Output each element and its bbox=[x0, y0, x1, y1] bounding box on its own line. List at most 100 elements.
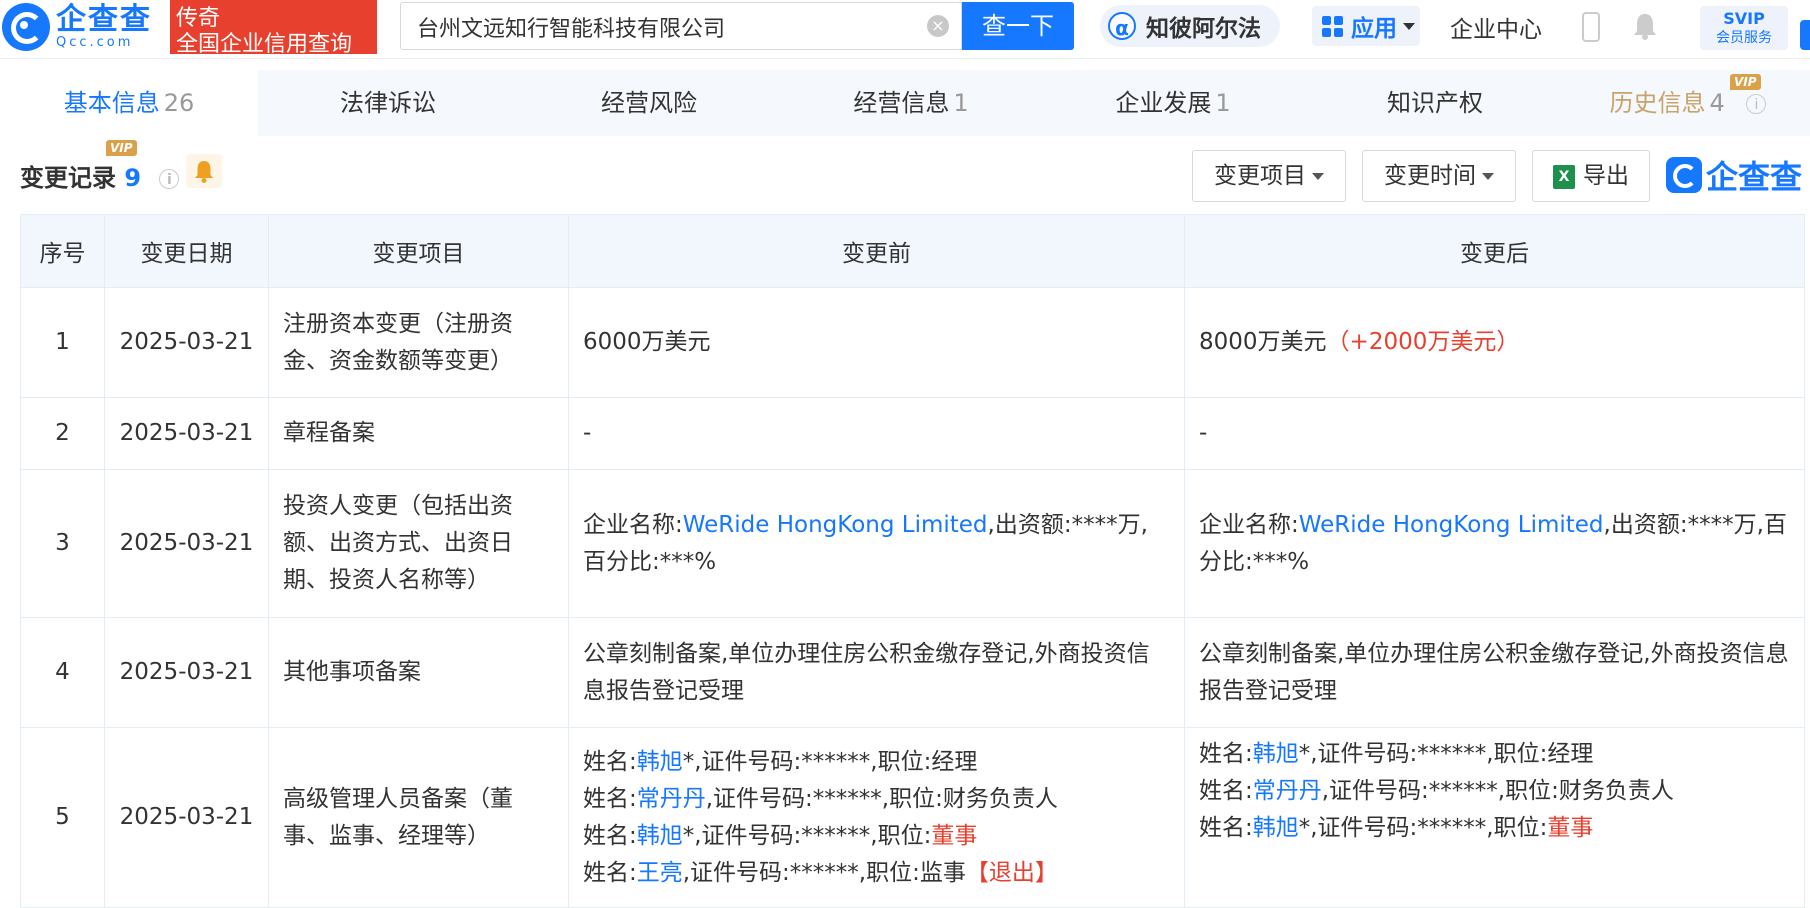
brand-tagline: 传奇 全国企业信用查询 bbox=[170, 0, 377, 57]
vip-badge: VIP bbox=[1730, 74, 1761, 90]
row-number: 2 bbox=[20, 397, 105, 470]
personnel-line: 姓名:韩旭*,证件号码:******,职位:经理 bbox=[583, 744, 1170, 781]
after-text: 8000万美元 bbox=[1199, 329, 1327, 355]
field-label: 姓名: bbox=[1199, 778, 1253, 804]
personnel-line: 姓名:韩旭*,证件号码:******,职位:经理 bbox=[1199, 736, 1790, 773]
field-label: 企业名称: bbox=[1199, 511, 1299, 538]
svip-label: SVIP bbox=[1723, 9, 1765, 28]
value-after: 公章刻制备案,单位办理住房公积金缴存登记,外商投资信息报告登记受理 bbox=[1184, 617, 1805, 728]
tab-label: 经营信息 bbox=[853, 89, 950, 117]
change-item: 其他事项备案 bbox=[268, 617, 569, 728]
tab-label: 企业发展 bbox=[1115, 89, 1212, 117]
qcc-logo-icon bbox=[2, 3, 50, 51]
field-label: 姓名: bbox=[583, 748, 637, 775]
change-date: 2025-03-21 bbox=[104, 727, 269, 908]
info-icon[interactable]: i bbox=[159, 169, 180, 189]
person-link[interactable]: 韩旭 bbox=[1253, 815, 1299, 841]
alert-bell-icon bbox=[195, 161, 213, 183]
field-label: 姓名: bbox=[1199, 815, 1253, 841]
field-detail: ,证件号码:******,职位: bbox=[1321, 778, 1559, 804]
qcc-brand-logo: 企查查 bbox=[1666, 152, 1802, 198]
position-value: 经理 bbox=[931, 748, 978, 775]
enterprise-center-link[interactable]: 企业中心 bbox=[1450, 10, 1542, 44]
side-edge-tab[interactable] bbox=[1800, 20, 1810, 50]
record-count: 9 bbox=[124, 164, 142, 192]
tab-business-risk[interactable]: 经营风险 bbox=[518, 70, 780, 136]
personnel-line: 姓名:王亮,证件号码:******,职位:监事【退出】 bbox=[583, 855, 1170, 892]
personnel-line: 姓名:韩旭*,证件号码:******,职位:董事 bbox=[583, 818, 1170, 855]
tab-enterprise-development[interactable]: 企业发展 1 bbox=[1042, 70, 1304, 136]
field-label: 姓名: bbox=[583, 822, 637, 849]
change-date: 2025-03-21 bbox=[104, 469, 269, 618]
tab-basic-info[interactable]: 基本信息 26 bbox=[0, 70, 258, 136]
filter-change-time-dropdown[interactable]: 变更时间 bbox=[1362, 150, 1516, 202]
tab-legal-litigation[interactable]: 法律诉讼 bbox=[258, 70, 518, 136]
change-date: 2025-03-21 bbox=[104, 617, 269, 728]
person-link[interactable]: 王亮 bbox=[637, 860, 683, 886]
person-link[interactable]: 常丹丹 bbox=[1253, 778, 1322, 804]
personnel-line: 姓名:常丹丹,证件号码:******,职位:财务负责人 bbox=[583, 781, 1170, 818]
top-navigation-bar: 企查查 Qcc.com 传奇 全国企业信用查询 × 查一下 α 知彼阿尔法 应用… bbox=[0, 0, 1810, 59]
column-header: 变更后 bbox=[1184, 214, 1805, 288]
section-title-text: 变更记录 bbox=[20, 164, 116, 192]
value-after: 姓名:韩旭*,证件号码:******,职位:经理 姓名:常丹丹,证件号码:***… bbox=[1184, 727, 1805, 908]
brand-name: 企查查 bbox=[1706, 158, 1803, 196]
investor-link[interactable]: WeRide HongKong Limited bbox=[683, 512, 988, 538]
zhibi-alpha-button[interactable]: α 知彼阿尔法 bbox=[1100, 5, 1280, 47]
app-menu-dropdown[interactable]: 应用 bbox=[1312, 6, 1420, 46]
chevron-down-icon bbox=[1482, 173, 1494, 180]
export-button[interactable]: X 导出 bbox=[1532, 150, 1650, 202]
tab-label: 基本信息 bbox=[63, 89, 160, 117]
qcc-logo-icon bbox=[1666, 157, 1702, 193]
info-icon[interactable]: i bbox=[1746, 94, 1767, 114]
logo-domain: Qcc.com bbox=[56, 35, 134, 50]
table-row: 3 2025-03-21 投资人变更（包括出资额、出资方式、出资日期、投资人名称… bbox=[20, 469, 1805, 618]
position-value: 监事 bbox=[919, 859, 966, 886]
value-before: 6000万美元 bbox=[568, 287, 1185, 398]
qcc-logo[interactable]: 企查查 Qcc.com bbox=[0, 0, 152, 54]
field-detail: ,证件号码:******,职位: bbox=[705, 785, 943, 812]
tab-label: 法律诉讼 bbox=[340, 89, 436, 117]
logo-chinese-name: 企查查 bbox=[56, 2, 152, 37]
column-header: 变更日期 bbox=[104, 214, 269, 288]
change-records-title: 变更记录 9 i bbox=[20, 158, 180, 193]
change-item: 高级管理人员备案（董事、监事、经理等） bbox=[268, 727, 569, 908]
tab-business-info[interactable]: 经营信息 1 bbox=[780, 70, 1042, 136]
person-link[interactable]: 常丹丹 bbox=[637, 786, 706, 812]
clear-search-icon[interactable]: × bbox=[927, 15, 949, 37]
personnel-line: 姓名:韩旭*,证件号码:******,职位:董事 bbox=[1199, 810, 1790, 847]
investor-link[interactable]: WeRide HongKong Limited bbox=[1299, 512, 1604, 538]
position-value: 经理 bbox=[1547, 741, 1594, 767]
change-date: 2025-03-21 bbox=[104, 287, 269, 398]
chevron-down-icon bbox=[1312, 173, 1324, 180]
tab-history-info[interactable]: 历史信息 4 i bbox=[1566, 70, 1810, 136]
mobile-app-icon[interactable] bbox=[1582, 12, 1600, 42]
person-link[interactable]: 韩旭 bbox=[1253, 741, 1299, 767]
field-detail: *,证件号码:******,职位: bbox=[682, 748, 932, 775]
filter-label: 变更项目 bbox=[1214, 163, 1306, 189]
column-header: 变更项目 bbox=[268, 214, 569, 288]
zhibi-label: 知彼阿尔法 bbox=[1146, 16, 1261, 42]
search-input[interactable] bbox=[415, 11, 909, 43]
filter-change-item-dropdown[interactable]: 变更项目 bbox=[1192, 150, 1346, 202]
tab-intellectual-property[interactable]: 知识产权 bbox=[1304, 70, 1566, 136]
person-link[interactable]: 韩旭 bbox=[637, 823, 683, 849]
subscribe-alert-button[interactable] bbox=[186, 154, 222, 188]
change-item: 章程备案 bbox=[268, 397, 569, 470]
svip-membership-button[interactable]: SVIP 会员服务 bbox=[1700, 6, 1788, 50]
filter-label: 变更时间 bbox=[1384, 163, 1476, 189]
search-button[interactable]: 查一下 bbox=[962, 2, 1074, 50]
table-row: 2 2025-03-21 章程备案 - - bbox=[20, 397, 1805, 470]
field-detail: ,证件号码:******,职位: bbox=[682, 859, 920, 886]
zhibi-logo-icon: α bbox=[1108, 12, 1136, 40]
person-link[interactable]: 韩旭 bbox=[637, 749, 683, 775]
tab-count: 4 bbox=[1709, 89, 1725, 117]
row-number: 3 bbox=[20, 469, 105, 618]
membership-service-label: 会员服务 bbox=[1716, 30, 1772, 46]
table-header-row: 序号 变更日期 变更项目 变更前 变更后 bbox=[20, 214, 1805, 288]
notification-bell-icon[interactable] bbox=[1632, 12, 1658, 40]
value-before: 姓名:韩旭*,证件号码:******,职位:经理 姓名:常丹丹,证件号码:***… bbox=[568, 727, 1185, 908]
field-detail: *,证件号码:******,职位: bbox=[1298, 741, 1548, 767]
row-number: 5 bbox=[20, 727, 105, 908]
chevron-down-icon bbox=[1403, 22, 1415, 30]
